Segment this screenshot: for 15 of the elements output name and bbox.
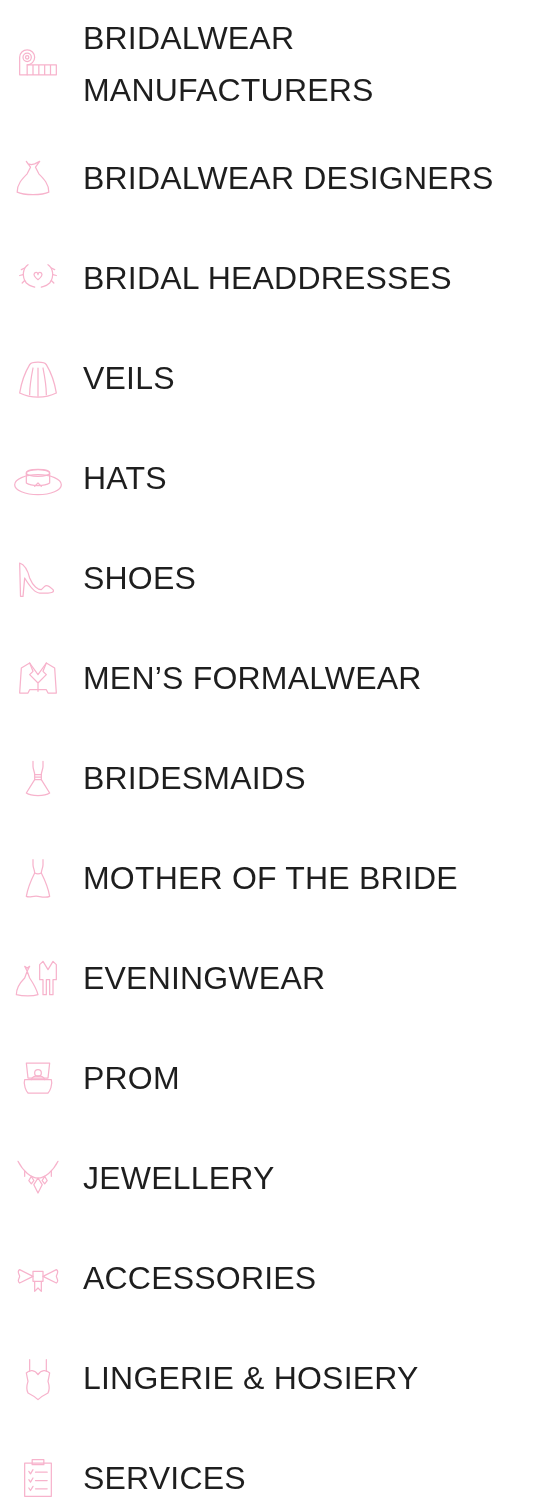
category-link[interactable]: BRIDAL HEADDRESSES — [83, 252, 452, 304]
category-link[interactable]: HATS — [83, 452, 167, 504]
category-link[interactable]: MOTHER OF THE BRIDE — [83, 852, 458, 904]
category-link[interactable]: JEWELLERY — [83, 1152, 275, 1204]
category-link[interactable]: BRIDESMAIDS — [83, 752, 306, 804]
category-link[interactable]: SHOES — [83, 552, 197, 604]
category-link[interactable]: MEN’S FORMALWEAR — [83, 652, 422, 704]
category-link[interactable]: BRIDALWEAR MANUFACTURERS — [83, 12, 483, 116]
category-link[interactable]: ACCESSORIES — [83, 1252, 317, 1304]
category-link[interactable]: EVENINGWEAR — [83, 952, 326, 1004]
category-link[interactable]: VEILS — [83, 352, 175, 404]
category-link[interactable]: SERVICES — [83, 1452, 246, 1504]
category-link[interactable]: PROM — [83, 1052, 180, 1104]
category-link[interactable]: BRIDALWEAR DESIGNERS — [83, 152, 494, 204]
category-link[interactable]: LINGERIE & HOSIERY — [83, 1352, 419, 1404]
